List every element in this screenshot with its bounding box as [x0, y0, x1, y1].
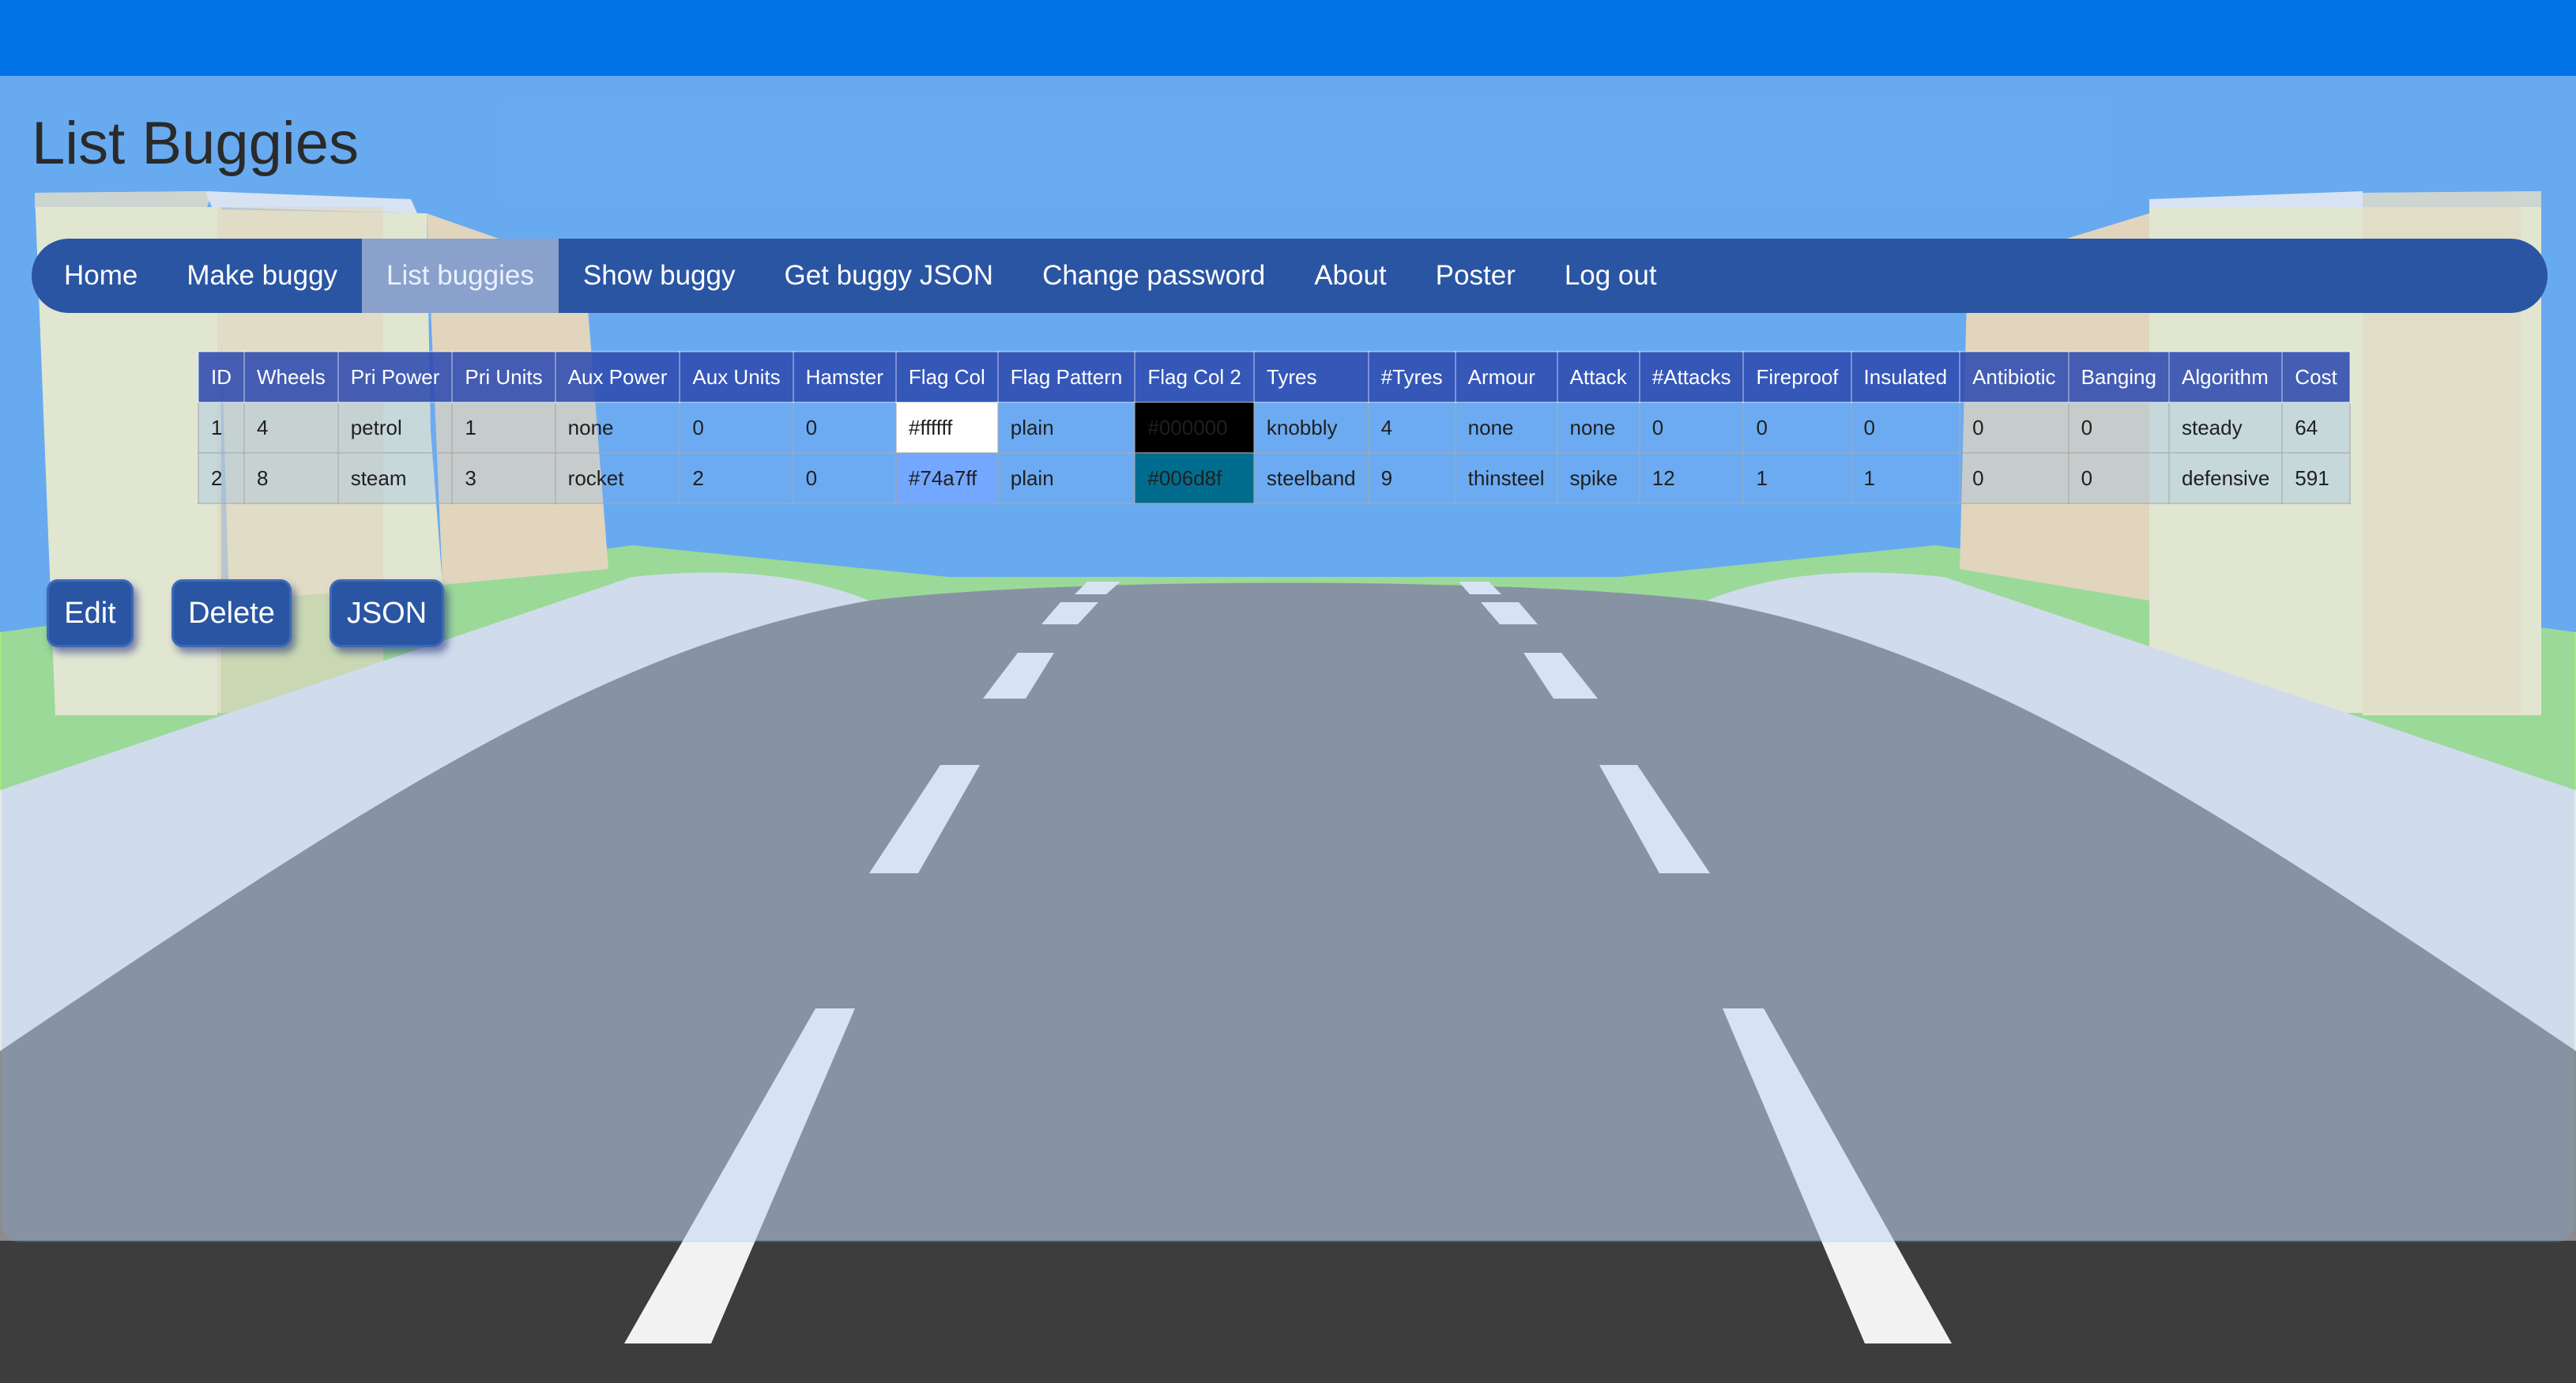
nav-get-buggy-json[interactable]: Get buggy JSON	[759, 239, 1018, 313]
cell-wheels: 8	[243, 452, 339, 504]
cell-antibiotic: 0	[1959, 401, 2069, 454]
col-header-attack[interactable]: Attack	[1556, 351, 1640, 403]
cell-flag-col: #ffffff	[894, 401, 999, 454]
cell-flag-col-2: #000000	[1134, 401, 1255, 454]
cell-num-attacks: 12	[1638, 452, 1745, 504]
nav-show-buggy[interactable]: Show buggy	[559, 239, 760, 313]
cell-hamster: 0	[792, 452, 897, 504]
cell-banging: 0	[2067, 452, 2170, 504]
cell-aux-power: none	[554, 401, 681, 454]
cell-pri-power: petrol	[337, 401, 454, 454]
cell-algorithm: steady	[2167, 401, 2284, 454]
cell-attack: spike	[1556, 452, 1640, 504]
col-header-armour[interactable]: Armour	[1454, 351, 1558, 403]
cell-tyres: knobbly	[1252, 401, 1369, 454]
cell-fireproof: 1	[1742, 452, 1852, 504]
cell-num-tyres: 4	[1367, 401, 1456, 454]
col-header-flag-col[interactable]: Flag Col	[894, 351, 999, 403]
table-row[interactable]: 2 8 steam 3 rocket 2 0 #74a7ff plain #00…	[198, 452, 2351, 504]
cell-algorithm: defensive	[2167, 452, 2284, 504]
cell-armour: thinsteel	[1454, 452, 1558, 504]
col-header-antibiotic[interactable]: Antibiotic	[1959, 351, 2069, 403]
json-button[interactable]: JSON	[330, 579, 444, 647]
cell-id: 1	[198, 401, 245, 454]
col-header-aux-power[interactable]: Aux Power	[554, 351, 681, 403]
cell-armour: none	[1454, 401, 1558, 454]
buggies-table: ID Wheels Pri Power Pri Units Aux Power …	[198, 351, 2351, 504]
cell-num-attacks: 0	[1638, 401, 1745, 454]
col-header-flag-col-2[interactable]: Flag Col 2	[1134, 351, 1255, 403]
col-header-pri-power[interactable]: Pri Power	[337, 351, 454, 403]
cell-aux-units: 0	[679, 401, 794, 454]
nav-list-buggies[interactable]: List buggies	[362, 239, 559, 313]
col-header-cost[interactable]: Cost	[2281, 351, 2351, 403]
cell-pri-power: steam	[337, 452, 454, 504]
cell-aux-units: 2	[679, 452, 794, 504]
nav-home[interactable]: Home	[40, 239, 162, 313]
cell-cost: 64	[2281, 401, 2351, 454]
cell-flag-pattern: plain	[996, 452, 1136, 504]
nav-poster[interactable]: Poster	[1411, 239, 1540, 313]
cell-banging: 0	[2067, 401, 2170, 454]
main-nav: Home Make buggy List buggies Show buggy …	[32, 239, 2548, 313]
cell-num-tyres: 9	[1367, 452, 1456, 504]
col-header-banging[interactable]: Banging	[2067, 351, 2170, 403]
cell-flag-col: #74a7ff	[894, 452, 999, 504]
cell-cost: 591	[2281, 452, 2351, 504]
cell-flag-col-2: #006d8f	[1134, 452, 1255, 504]
cell-insulated: 0	[1850, 401, 1961, 454]
cell-id: 2	[198, 452, 245, 504]
col-header-wheels[interactable]: Wheels	[243, 351, 339, 403]
edit-button[interactable]: Edit	[47, 579, 134, 647]
cell-attack: none	[1556, 401, 1640, 454]
col-header-fireproof[interactable]: Fireproof	[1742, 351, 1852, 403]
col-header-tyres[interactable]: Tyres	[1252, 351, 1369, 403]
cell-pri-units: 1	[451, 401, 556, 454]
cell-hamster: 0	[792, 401, 897, 454]
col-header-hamster[interactable]: Hamster	[792, 351, 897, 403]
table-header-row: ID Wheels Pri Power Pri Units Aux Power …	[198, 351, 2351, 403]
col-header-algorithm[interactable]: Algorithm	[2167, 351, 2284, 403]
nav-log-out[interactable]: Log out	[1540, 239, 1682, 313]
cell-tyres: steelband	[1252, 452, 1369, 504]
col-header-aux-units[interactable]: Aux Units	[679, 351, 794, 403]
col-header-num-tyres[interactable]: #Tyres	[1367, 351, 1456, 403]
col-header-flag-pattern[interactable]: Flag Pattern	[996, 351, 1136, 403]
col-header-insulated[interactable]: Insulated	[1850, 351, 1961, 403]
col-header-pri-units[interactable]: Pri Units	[451, 351, 556, 403]
top-bar	[0, 0, 2576, 76]
page-title: List Buggies	[32, 110, 360, 177]
cell-antibiotic: 0	[1959, 452, 2069, 504]
cell-wheels: 4	[243, 401, 339, 454]
cell-pri-units: 3	[451, 452, 556, 504]
delete-button[interactable]: Delete	[171, 579, 292, 647]
table-row[interactable]: 1 4 petrol 1 none 0 0 #ffffff plain #000…	[198, 401, 2351, 454]
cell-flag-pattern: plain	[996, 401, 1136, 454]
cell-aux-power: rocket	[554, 452, 681, 504]
nav-change-password[interactable]: Change password	[1018, 239, 1290, 313]
nav-make-buggy[interactable]: Make buggy	[162, 239, 362, 313]
cell-insulated: 1	[1850, 452, 1961, 504]
col-header-num-attacks[interactable]: #Attacks	[1638, 351, 1745, 403]
col-header-id[interactable]: ID	[198, 351, 245, 403]
cell-fireproof: 0	[1742, 401, 1852, 454]
nav-about[interactable]: About	[1290, 239, 1410, 313]
